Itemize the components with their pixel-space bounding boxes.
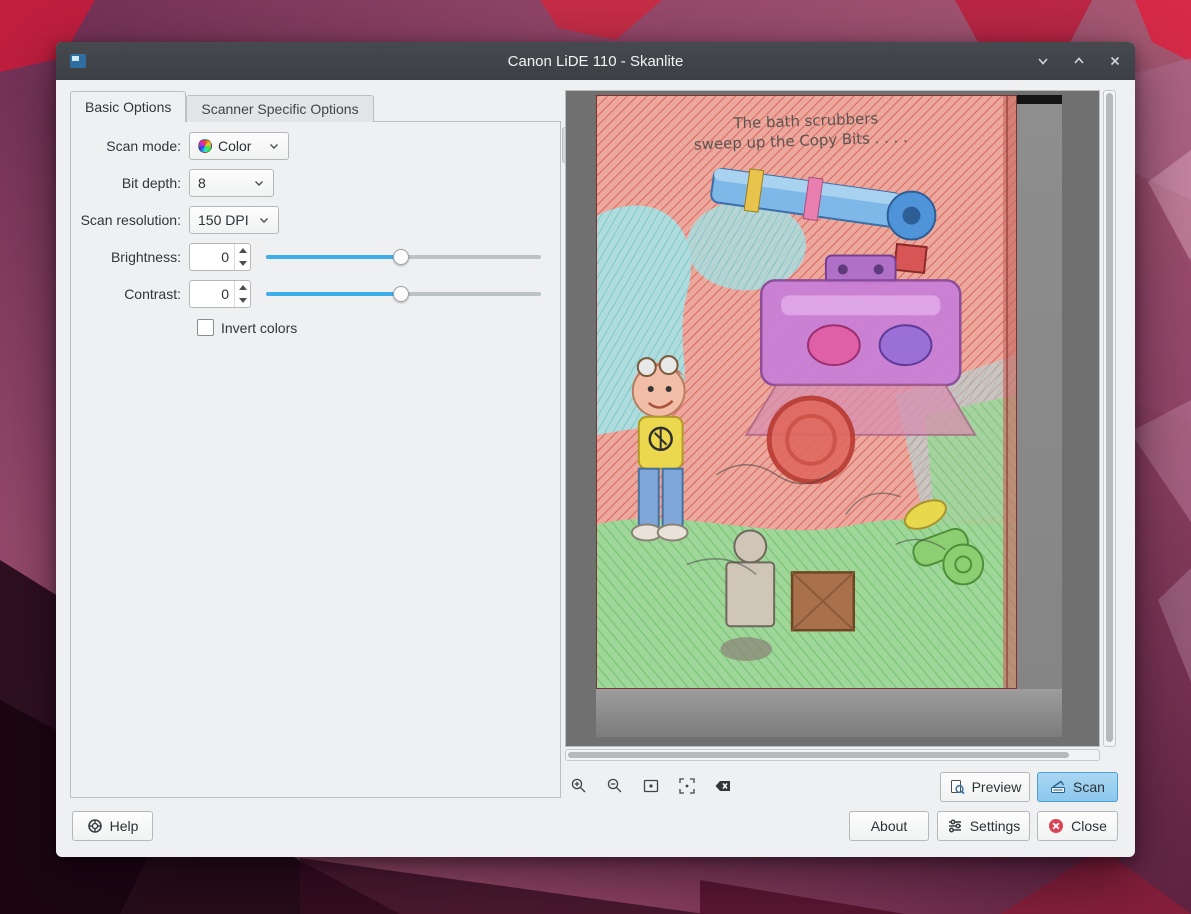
scan-resolution-dropdown[interactable]: 150 DPI bbox=[189, 206, 279, 234]
bit-depth-value: 8 bbox=[198, 175, 247, 191]
shade-icon[interactable] bbox=[1033, 51, 1053, 71]
scan-preview-image[interactable]: The bath scrubbers sweep up the Copy Bit… bbox=[596, 95, 1062, 737]
close-red-icon bbox=[1048, 818, 1064, 834]
about-button[interactable]: About bbox=[849, 811, 929, 841]
invert-colors-checkbox[interactable] bbox=[197, 319, 214, 336]
brightness-spinbox[interactable]: 0 bbox=[189, 243, 251, 271]
invert-colors-label[interactable]: Invert colors bbox=[221, 320, 297, 336]
chevron-down-icon bbox=[268, 140, 280, 152]
preview-button[interactable]: Preview bbox=[940, 772, 1030, 802]
close-icon[interactable] bbox=[1105, 51, 1125, 71]
about-button-label: About bbox=[871, 818, 908, 834]
scan-resolution-label: Scan resolution: bbox=[71, 212, 189, 228]
slider-fill bbox=[266, 292, 401, 296]
scan-edge-bottom bbox=[596, 689, 1062, 737]
scanned-page: The bath scrubbers sweep up the Copy Bit… bbox=[596, 95, 1017, 689]
help-icon bbox=[87, 818, 103, 834]
brightness-slider[interactable] bbox=[266, 247, 541, 267]
scanner-icon bbox=[1050, 779, 1066, 795]
basic-options-panel: Scan mode: Color Bit depth: 8 Scan resol… bbox=[70, 121, 561, 798]
slider-fill bbox=[266, 255, 401, 259]
maximize-icon[interactable] bbox=[1069, 51, 1089, 71]
chevron-down-icon bbox=[253, 177, 265, 189]
settings-button[interactable]: Settings bbox=[937, 811, 1030, 841]
scrollbar-thumb[interactable] bbox=[568, 752, 1069, 758]
zoom-out-icon[interactable] bbox=[603, 774, 627, 798]
preview-horizontal-scrollbar[interactable] bbox=[565, 749, 1100, 761]
help-button-label: Help bbox=[110, 818, 139, 834]
contrast-slider[interactable] bbox=[266, 284, 541, 304]
options-tabbar: Basic Options Scanner Specific Options bbox=[70, 91, 374, 122]
scan-edge-gray bbox=[1017, 95, 1062, 689]
clear-selections-icon[interactable] bbox=[711, 774, 735, 798]
document-preview-icon bbox=[949, 779, 965, 795]
contrast-value: 0 bbox=[190, 281, 234, 307]
zoom-actual-size-icon[interactable] bbox=[639, 774, 663, 798]
contrast-spinbox[interactable]: 0 bbox=[189, 280, 251, 308]
tab-basic-options-label: Basic Options bbox=[85, 99, 171, 115]
skanlite-window: Canon LiDE 110 - Skanlite Basic Options … bbox=[56, 42, 1135, 857]
bit-depth-label: Bit depth: bbox=[71, 175, 189, 191]
titlebar[interactable]: Canon LiDE 110 - Skanlite bbox=[56, 42, 1135, 80]
settings-button-label: Settings bbox=[970, 818, 1021, 834]
help-button[interactable]: Help bbox=[72, 811, 153, 841]
chevron-down-icon bbox=[258, 214, 270, 226]
tab-basic-options[interactable]: Basic Options bbox=[70, 91, 186, 122]
preview-toolbar bbox=[567, 773, 735, 799]
brightness-value: 0 bbox=[190, 244, 234, 270]
zoom-fit-icon[interactable] bbox=[675, 774, 699, 798]
spin-up-icon[interactable] bbox=[235, 281, 250, 294]
close-button-label: Close bbox=[1071, 818, 1107, 834]
slider-handle[interactable] bbox=[393, 286, 409, 302]
scan-mode-value: Color bbox=[218, 138, 262, 154]
brightness-label: Brightness: bbox=[71, 249, 189, 265]
tab-scanner-specific-options-label: Scanner Specific Options bbox=[201, 101, 358, 117]
scan-button-label: Scan bbox=[1073, 779, 1105, 795]
zoom-in-icon[interactable] bbox=[567, 774, 591, 798]
spin-down-icon[interactable] bbox=[235, 257, 250, 270]
scan-edge-black bbox=[1017, 95, 1062, 104]
scan-button[interactable]: Scan bbox=[1037, 772, 1118, 802]
color-wheel-icon bbox=[198, 139, 212, 153]
spin-down-icon[interactable] bbox=[235, 294, 250, 307]
scan-resolution-value: 150 DPI bbox=[198, 212, 252, 228]
spin-up-icon[interactable] bbox=[235, 244, 250, 257]
close-button[interactable]: Close bbox=[1037, 811, 1118, 841]
scan-mode-dropdown[interactable]: Color bbox=[189, 132, 289, 160]
preview-vertical-scrollbar[interactable] bbox=[1103, 90, 1116, 747]
contrast-label: Contrast: bbox=[71, 286, 189, 302]
slider-handle[interactable] bbox=[393, 249, 409, 265]
scan-mode-label: Scan mode: bbox=[71, 138, 189, 154]
scrollbar-thumb[interactable] bbox=[1106, 93, 1113, 742]
tab-scanner-specific-options[interactable]: Scanner Specific Options bbox=[186, 95, 373, 122]
preview-area: The bath scrubbers sweep up the Copy Bit… bbox=[565, 90, 1100, 747]
preview-button-label: Preview bbox=[972, 779, 1022, 795]
settings-sliders-icon bbox=[947, 818, 963, 834]
bit-depth-dropdown[interactable]: 8 bbox=[189, 169, 274, 197]
window-title: Canon LiDE 110 - Skanlite bbox=[56, 53, 1135, 70]
